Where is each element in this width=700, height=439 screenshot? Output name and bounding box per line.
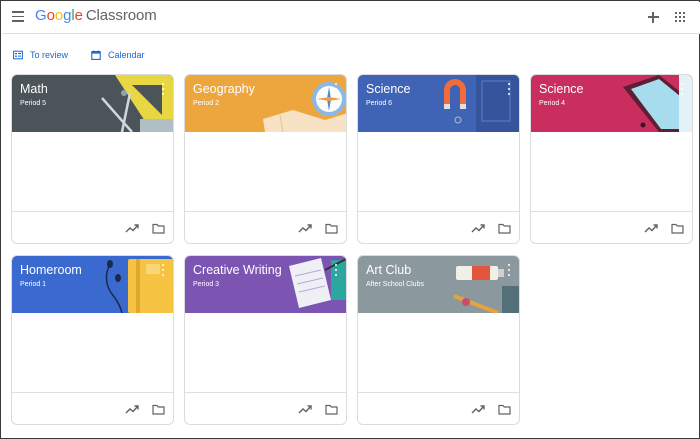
open-class-folder-button[interactable] (150, 401, 166, 417)
class-card-geography[interactable]: Geography Period 2 (184, 74, 347, 244)
apps-grid-icon (674, 11, 686, 23)
folder-icon (497, 404, 511, 415)
brand-letter: e (74, 7, 83, 24)
open-gradebook-button[interactable] (124, 401, 140, 417)
open-class-folder-button[interactable] (150, 220, 166, 236)
class-card-banner: Homeroom Period 1 (12, 256, 173, 313)
class-section: Period 4 (539, 100, 566, 107)
class-card-actions (185, 211, 346, 243)
class-section: Period 5 (20, 100, 47, 107)
class-title[interactable]: Homeroom (20, 263, 82, 277)
trending-up-icon (298, 405, 312, 414)
folder-icon (670, 223, 684, 234)
more-options-icon[interactable] (162, 83, 166, 95)
open-gradebook-button[interactable] (297, 401, 313, 417)
open-class-folder-button[interactable] (496, 401, 512, 417)
class-card-math[interactable]: Math Period 5 (11, 74, 174, 244)
more-options-icon[interactable] (508, 264, 512, 276)
brand-letter: o (46, 7, 55, 24)
open-gradebook-button[interactable] (124, 220, 140, 236)
class-card-actions (531, 211, 692, 243)
app-logo[interactable]: Google Classroom (35, 7, 157, 27)
trending-up-icon (644, 224, 658, 233)
plus-icon (647, 11, 659, 23)
more-options-icon[interactable] (162, 264, 166, 276)
class-card-banner: Art Club After School Clubs (358, 256, 519, 313)
open-gradebook-button[interactable] (643, 220, 659, 236)
brand-letter: G (35, 7, 47, 24)
trending-up-icon (125, 224, 139, 233)
brand-letter: o (54, 7, 64, 24)
class-title[interactable]: Math (20, 82, 48, 96)
more-options-icon[interactable] (335, 264, 339, 276)
class-card-banner: Science Period 6 (358, 75, 519, 132)
open-gradebook-button[interactable] (470, 401, 486, 417)
class-card-science-period-4[interactable]: Science Period 4 (530, 74, 693, 244)
trending-up-icon (471, 224, 485, 233)
more-options-icon[interactable] (508, 83, 512, 95)
class-section: After School Clubs (366, 281, 424, 288)
to-review-label: To review (30, 50, 69, 60)
class-title[interactable]: Geography (193, 82, 255, 96)
google-wordmark: Google (35, 7, 83, 24)
class-card-science-period-6[interactable]: Science Period 6 (357, 74, 520, 244)
folder-icon (324, 223, 338, 234)
calendar-link[interactable]: Calendar (91, 50, 145, 60)
class-card-banner: Creative Writing Period 3 (185, 256, 346, 313)
open-class-folder-button[interactable] (496, 220, 512, 236)
hamburger-menu-icon[interactable] (12, 11, 24, 22)
folder-icon (324, 404, 338, 415)
google-apps-button[interactable] (669, 6, 691, 28)
calendar-icon (91, 50, 101, 60)
class-card-banner: Math Period 5 (12, 75, 173, 132)
class-card-actions (185, 392, 346, 424)
open-class-folder-button[interactable] (669, 220, 685, 236)
calendar-label: Calendar (108, 50, 145, 60)
to-review-link[interactable]: To review (13, 50, 68, 60)
class-card-art-club[interactable]: Art Club After School Clubs (357, 255, 520, 425)
class-title[interactable]: Creative Writing (193, 263, 282, 277)
product-name: Classroom (85, 7, 157, 24)
class-card-actions (358, 392, 519, 424)
class-section: Period 6 (366, 100, 393, 107)
class-card-actions (12, 211, 173, 243)
class-card-banner: Geography Period 2 (185, 75, 346, 132)
class-section: Period 3 (193, 281, 220, 288)
open-gradebook-button[interactable] (470, 220, 486, 236)
folder-icon (151, 223, 165, 234)
open-gradebook-button[interactable] (297, 220, 313, 236)
create-join-class-button[interactable] (642, 6, 664, 28)
class-title[interactable]: Science (366, 82, 410, 96)
class-card-homeroom[interactable]: Homeroom Period 1 (11, 255, 174, 425)
app-window: Google Classroom To review Calendar Math… (0, 0, 700, 439)
class-title[interactable]: Science (539, 82, 583, 96)
more-options-icon[interactable] (681, 83, 685, 95)
folder-icon (497, 223, 511, 234)
class-card-actions (12, 392, 173, 424)
top-app-bar: Google Classroom (2, 2, 700, 34)
class-card-actions (358, 211, 519, 243)
class-section: Period 1 (20, 281, 47, 288)
folder-icon (151, 404, 165, 415)
class-title[interactable]: Art Club (366, 263, 411, 277)
trending-up-icon (125, 405, 139, 414)
class-card-banner: Science Period 4 (531, 75, 692, 132)
class-section: Period 2 (193, 100, 220, 107)
class-card-creative-writing[interactable]: Creative Writing Period 3 (184, 255, 347, 425)
review-list-icon (13, 50, 23, 60)
trending-up-icon (471, 405, 485, 414)
open-class-folder-button[interactable] (323, 401, 339, 417)
trending-up-icon (298, 224, 312, 233)
class-toolbar: To review Calendar (13, 48, 168, 62)
open-class-folder-button[interactable] (323, 220, 339, 236)
more-options-icon[interactable] (335, 83, 339, 95)
